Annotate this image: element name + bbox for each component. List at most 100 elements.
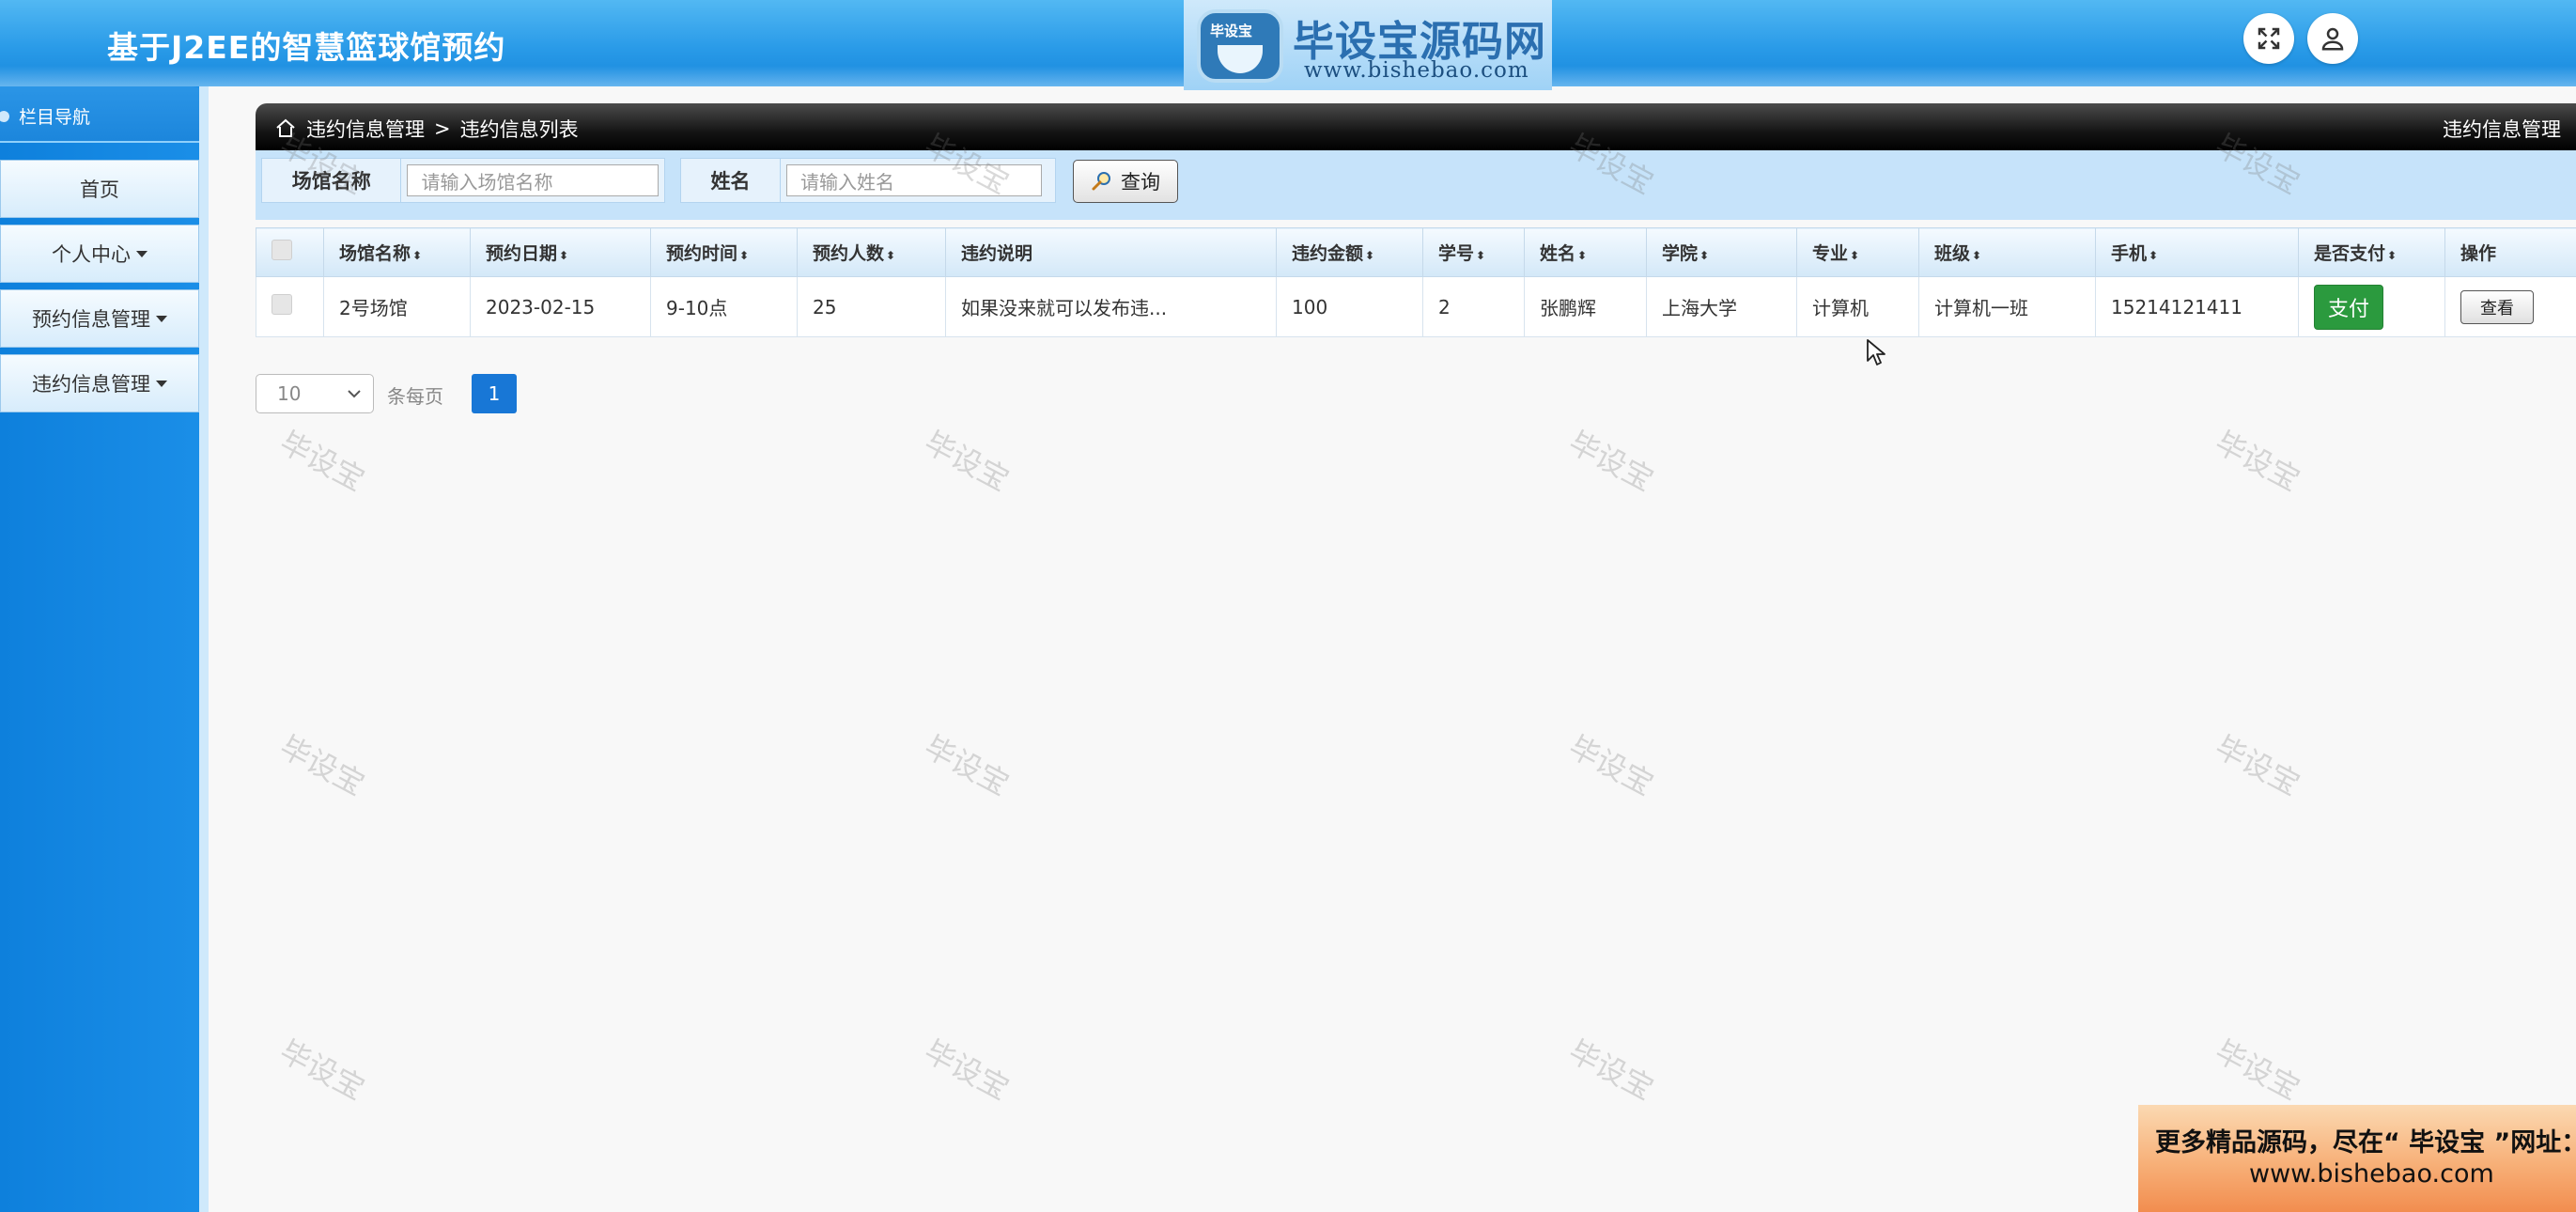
sort-icon: ⬍ [1850,249,1860,262]
watermark: 毕设宝 [918,424,1016,499]
watermark: 毕设宝 [918,1033,1016,1108]
sort-icon: ⬍ [412,249,423,262]
cell-venue: 2号场馆 [323,276,471,337]
column-header[interactable]: 专业 ⬍ [1796,227,1919,277]
select-all-cell [256,227,324,277]
mouse-cursor-icon [1867,339,1885,365]
page-size-select[interactable]: 10 [256,374,374,413]
sort-icon: ⬍ [1365,249,1375,262]
watermark: 毕设宝 [1562,728,1660,803]
cell-class: 计算机一班 [1918,276,2096,337]
search-button-label: 查询 [1121,171,1160,194]
sidebar-header: 栏目导航 [0,86,209,143]
sidebar-item-label: 首页 [80,179,119,201]
watermark: 毕设宝 [273,424,371,499]
cell-time: 9-10点 [650,276,798,337]
watermark: 毕设宝 [2209,424,2306,499]
cell-student-id: 2 [1422,276,1525,337]
caret-down-icon [156,315,167,322]
logo-badge-icon: 毕设宝 [1197,9,1283,83]
cell-people: 25 [797,276,946,337]
cell-amount: 100 [1276,276,1423,337]
sidebar-item-home[interactable]: 首页 [0,160,199,218]
column-header[interactable]: 场馆名称 ⬍ [323,227,471,277]
sort-icon: ⬍ [559,249,569,262]
page-size-value: 10 [277,382,302,405]
cell-pay: 支付 [2298,276,2445,337]
sidebar-item-reservation-management[interactable]: 预约信息管理 [0,289,199,348]
cell-major: 计算机 [1796,276,1919,337]
chevron-down-icon [348,390,361,398]
sidebar-item-label: 个人中心 [52,243,131,266]
watermark: 毕设宝 [1562,1033,1660,1108]
promo-text: 更多精品源码，尽在“ 毕设宝 ”网址： [2155,1128,2576,1158]
sidebar-item-label: 预约信息管理 [32,308,150,331]
promo-banner: 更多精品源码，尽在“ 毕设宝 ”网址： www.bishebao.com [2138,1105,2576,1212]
watermark: 毕设宝 [2209,1033,2306,1108]
sidebar-item-label: 违约信息管理 [32,373,150,396]
cell-phone: 15214121411 [2095,276,2299,337]
sort-icon: ⬍ [739,249,750,262]
logo-url: www.bishebao.com [1304,58,1529,83]
per-page-label: 条每页 [387,385,443,408]
sidebar-item-personal-center[interactable]: 个人中心 [0,225,199,283]
column-header[interactable]: 班级 ⬍ [1918,227,2096,277]
watermark: 毕设宝 [918,728,1016,803]
caret-down-icon [156,380,167,387]
logo-badge-face [1218,45,1263,73]
column-header[interactable]: 学号 ⬍ [1422,227,1525,277]
sidebar-item-violation-management[interactable]: 违约信息管理 [0,354,199,412]
logo-badge-text: 毕设宝 [1210,23,1253,39]
caret-down-icon [136,250,147,257]
sort-icon: ⬍ [1476,249,1486,262]
column-header[interactable]: 预约时间 ⬍ [650,227,798,277]
column-header[interactable]: 违约金额 ⬍ [1276,227,1423,277]
cell-actions: 查看 [2444,276,2576,337]
watermark: 毕设宝 [2209,728,2306,803]
breadcrumb-right-title: 违约信息管理 [2443,118,2561,141]
sort-icon: ⬍ [2149,249,2159,262]
sidebar-title: 栏目导航 [0,103,90,129]
view-button[interactable]: 查看 [2460,289,2534,324]
search-button[interactable]: 查询 [1073,160,1178,203]
user-icon [2321,27,2344,51]
row-checkbox[interactable] [272,294,292,315]
sort-icon: ⬍ [2387,249,2398,262]
column-header: 操作 [2444,227,2576,277]
site-logo: 毕设宝 毕设宝源码网 www.bishebao.com [1184,0,1552,90]
violation-table: 场馆名称 ⬍ 预约日期 ⬍ 预约时间 ⬍ 预约人数 ⬍ 违约说明 违约金额 ⬍ 学号 ⬍ 姓… [256,227,2576,337]
top-header: 基于J2EE的智慧篮球馆预约 毕设宝 毕设宝源码网 www.bishebao.c… [0,0,2576,90]
search-icon [1092,172,1110,191]
app-title: 基于J2EE的智慧篮球馆预约 [107,29,506,66]
fullscreen-icon [2258,27,2280,50]
cell-name: 张鹏辉 [1524,276,1647,337]
sort-icon: ⬍ [886,249,896,262]
column-header: 违约说明 [945,227,1277,277]
sidebar: 栏目导航 首页 个人中心 预约信息管理 违约信息管理 [0,86,209,1212]
nav-dot-icon [0,110,9,122]
column-header[interactable]: 预约日期 ⬍ [470,227,651,277]
sort-icon: ⬍ [1699,249,1710,262]
watermark: 毕设宝 [273,728,371,803]
venue-search-input[interactable]: 请输入场馆名称 [407,164,659,196]
watermark: 毕设宝 [273,1033,371,1108]
column-header[interactable]: 学院 ⬍ [1646,227,1797,277]
sort-icon: ⬍ [1972,249,1982,262]
sort-icon: ⬍ [1577,249,1588,262]
column-header[interactable]: 手机 ⬍ [2095,227,2299,277]
pay-button[interactable]: 支付 [2314,284,2383,330]
column-header[interactable]: 姓名 ⬍ [1524,227,1647,277]
column-header[interactable]: 是否支付 ⬍ [2298,227,2445,277]
table-row: 2号场馆 2023-02-15 9-10点 25 如果没来就可以发布违... 1… [256,276,2576,337]
table-header-row: 场馆名称 ⬍ 预约日期 ⬍ 预约时间 ⬍ 预约人数 ⬍ 违约说明 违约金额 ⬍ 学号 ⬍ 姓… [256,227,2576,277]
select-all-checkbox[interactable] [272,240,292,260]
cell-description: 如果没来就可以发布违... [945,276,1277,337]
user-profile-button[interactable] [2307,13,2358,64]
sidebar-title-text: 栏目导航 [19,107,91,128]
page-number-current[interactable]: 1 [472,374,517,413]
watermark: 毕设宝 [1562,424,1660,499]
fullscreen-button[interactable] [2243,13,2294,64]
breadcrumb-page: 违约信息列表 [459,118,579,141]
cell-college: 上海大学 [1646,276,1797,337]
column-header[interactable]: 预约人数 ⬍ [797,227,946,277]
